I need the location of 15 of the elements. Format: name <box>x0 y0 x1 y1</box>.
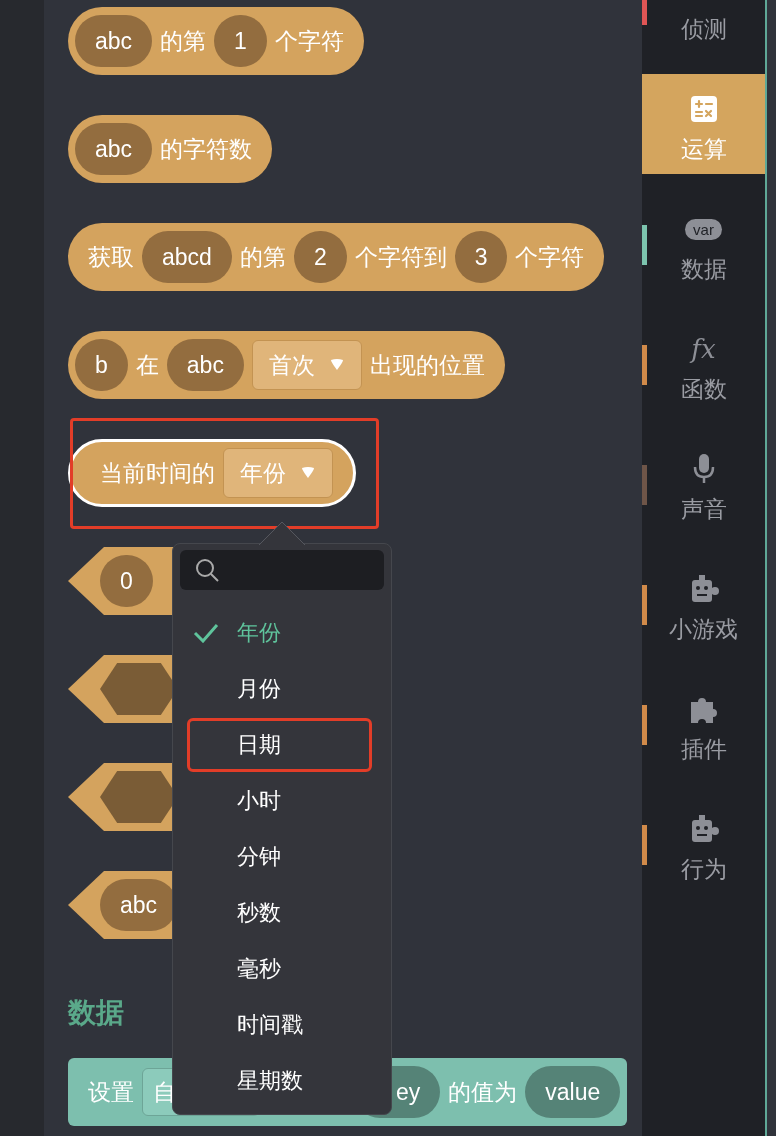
block-label: 的第 <box>160 26 207 56</box>
block-label: 个字符 <box>274 26 344 56</box>
block-label: 的第 <box>239 242 286 272</box>
block-label: 获取 <box>87 242 134 272</box>
block-label: 出现的位置 <box>369 350 485 380</box>
block-label: 的值为 <box>448 1077 518 1107</box>
function-icon: fx <box>691 334 716 364</box>
block-label: 当前时间的 <box>99 458 215 488</box>
block-label: 在 <box>135 350 159 380</box>
section-heading: 数据 <box>68 996 124 1030</box>
block-label: 设置 <box>87 1077 134 1107</box>
block-label: 个字符到 <box>354 242 447 272</box>
block-label: 个字符 <box>515 242 585 272</box>
variable-icon: var <box>685 218 722 240</box>
block-label: 的字符数 <box>160 134 253 164</box>
